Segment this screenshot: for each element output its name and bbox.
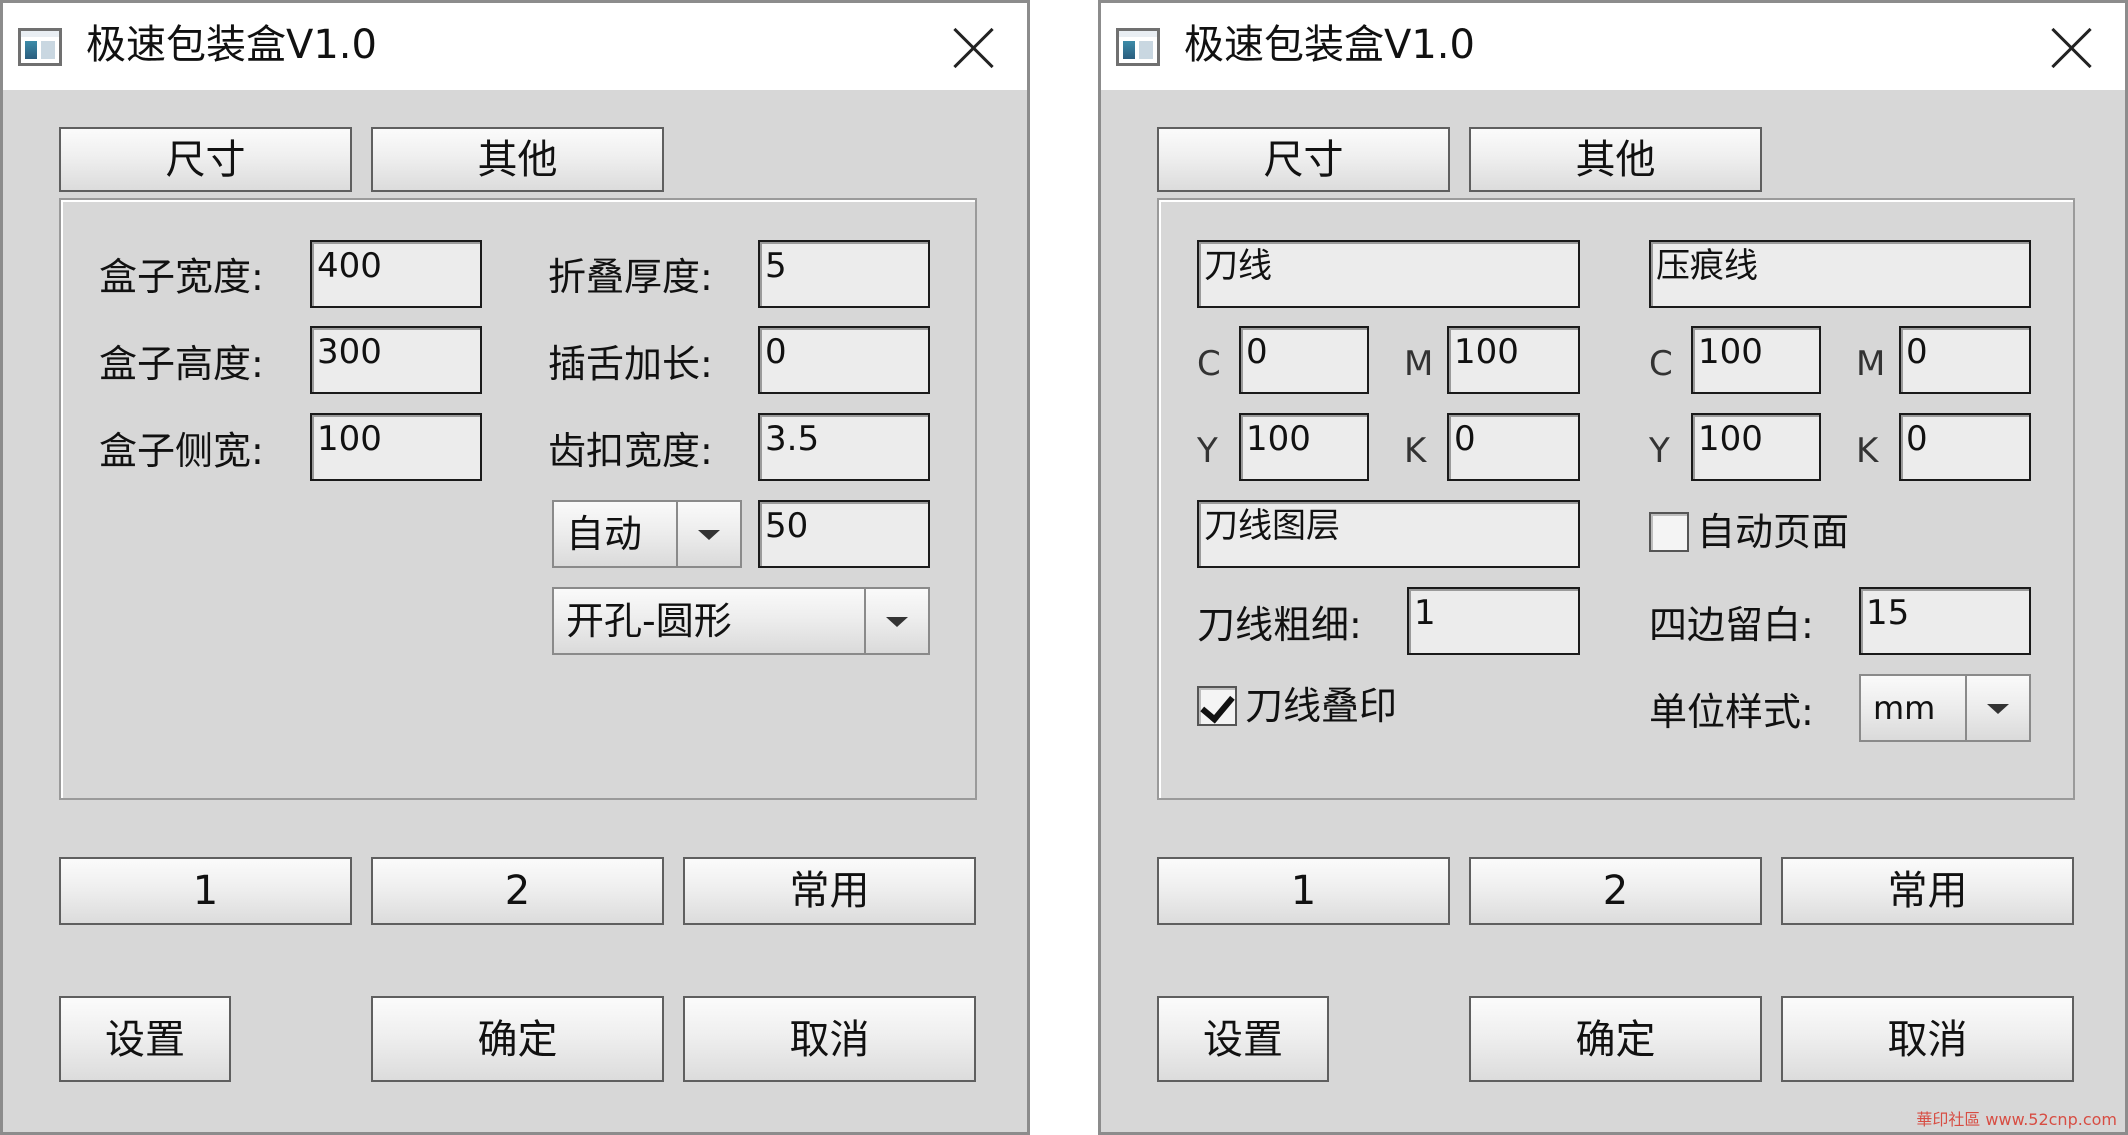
auto-page-checkbox[interactable] — [1649, 512, 1689, 552]
dialog-window-other: 极速包装盒V1.0 尺寸 其他 刀线 C 0 M 100 Y 100 K 0 压… — [1098, 0, 2128, 1135]
buckle-width-label: 齿扣宽度: — [548, 429, 713, 473]
unit-style-value: mm — [1873, 689, 1936, 727]
tab-other[interactable]: 其他 — [1469, 127, 1762, 192]
box-height-input[interactable]: 300 — [310, 326, 482, 394]
cancel-button[interactable]: 取消 — [683, 996, 976, 1082]
settings-button[interactable]: 设置 — [59, 996, 231, 1082]
window-title: 极速包装盒V1.0 — [1184, 22, 1475, 68]
common-button[interactable]: 常用 — [683, 857, 976, 925]
fold-thickness-input[interactable]: 5 — [758, 240, 930, 308]
cut-c-label: C — [1197, 344, 1221, 384]
crease-k-input[interactable]: 0 — [1899, 413, 2031, 481]
box-side-input[interactable]: 100 — [310, 413, 482, 481]
preset-2-button[interactable]: 2 — [371, 857, 664, 925]
tongue-extend-label: 插舌加长: — [548, 342, 713, 386]
cut-line-name-input[interactable]: 刀线 — [1197, 240, 1580, 308]
crease-y-label: Y — [1649, 431, 1670, 471]
tab-other[interactable]: 其他 — [371, 127, 664, 192]
crease-line-name-input[interactable]: 压痕线 — [1649, 240, 2031, 308]
dropdown-button[interactable] — [676, 502, 740, 566]
crease-k-label: K — [1856, 431, 1879, 471]
crease-c-input[interactable]: 100 — [1691, 326, 1821, 394]
cut-k-label: K — [1404, 431, 1427, 471]
crease-m-input[interactable]: 0 — [1899, 326, 2031, 394]
crease-c-label: C — [1649, 344, 1673, 384]
close-icon[interactable] — [2049, 25, 2095, 71]
ok-button[interactable]: 确定 — [371, 996, 664, 1082]
cut-layer-name-input[interactable]: 刀线图层 — [1197, 500, 1580, 568]
title-bar: 极速包装盒V1.0 — [1101, 3, 2125, 90]
chevron-down-icon — [698, 530, 720, 540]
margin-label: 四边留白: — [1649, 603, 1814, 647]
app-icon — [18, 28, 62, 66]
cut-c-input[interactable]: 0 — [1239, 326, 1369, 394]
margin-input[interactable]: 15 — [1859, 587, 2031, 655]
buckle-width-input[interactable]: 3.5 — [758, 413, 930, 481]
cut-thickness-input[interactable]: 1 — [1407, 587, 1580, 655]
common-button[interactable]: 常用 — [1781, 857, 2074, 925]
size-panel: 盒子宽度: 400 盒子高度: 300 盒子侧宽: 100 折叠厚度: 5 插舌… — [59, 198, 977, 800]
ok-button[interactable]: 确定 — [1469, 996, 1762, 1082]
cut-thickness-label: 刀线粗细: — [1197, 603, 1362, 647]
close-icon[interactable] — [951, 25, 997, 71]
box-height-label: 盒子高度: — [99, 342, 264, 386]
crease-y-input[interactable]: 100 — [1691, 413, 1821, 481]
chevron-down-icon — [1987, 704, 2009, 714]
other-panel: 刀线 C 0 M 100 Y 100 K 0 压痕线 C 100 M 0 Y 1… — [1157, 198, 2075, 800]
unit-style-select[interactable]: mm — [1859, 674, 2031, 742]
hole-shape-value: 开孔-圆形 — [566, 599, 732, 643]
auto-value-input[interactable]: 50 — [758, 500, 930, 568]
preset-1-button[interactable]: 1 — [1157, 857, 1450, 925]
box-width-input[interactable]: 400 — [310, 240, 482, 308]
title-bar: 极速包装盒V1.0 — [3, 3, 1027, 90]
cancel-button[interactable]: 取消 — [1781, 996, 2074, 1082]
auto-page-label: 自动页面 — [1697, 510, 1850, 554]
cut-m-input[interactable]: 100 — [1447, 326, 1580, 394]
cut-m-label: M — [1404, 344, 1434, 384]
box-width-label: 盒子宽度: — [99, 255, 264, 299]
dialog-window-size: 极速包装盒V1.0 尺寸 其他 盒子宽度: 400 盒子高度: 300 盒子侧宽… — [0, 0, 1030, 1135]
crease-m-label: M — [1856, 344, 1886, 384]
box-side-label: 盒子侧宽: — [99, 429, 264, 473]
chevron-down-icon — [886, 617, 908, 627]
hole-shape-select[interactable]: 开孔-圆形 — [552, 587, 930, 655]
cut-y-label: Y — [1197, 431, 1218, 471]
auto-select[interactable]: 自动 — [552, 500, 742, 568]
overprint-checkbox[interactable] — [1197, 686, 1237, 726]
tab-size[interactable]: 尺寸 — [59, 127, 352, 192]
preset-1-button[interactable]: 1 — [59, 857, 352, 925]
overprint-label: 刀线叠印 — [1245, 684, 1398, 728]
fold-thickness-label: 折叠厚度: — [548, 255, 713, 299]
cut-y-input[interactable]: 100 — [1239, 413, 1369, 481]
auto-select-value: 自动 — [566, 512, 643, 556]
unit-style-label: 单位样式: — [1649, 690, 1814, 734]
tab-size[interactable]: 尺寸 — [1157, 127, 1450, 192]
checkmark-icon — [1200, 687, 1235, 724]
app-icon — [1116, 28, 1160, 66]
tongue-extend-input[interactable]: 0 — [758, 326, 930, 394]
window-title: 极速包装盒V1.0 — [86, 22, 377, 68]
preset-2-button[interactable]: 2 — [1469, 857, 1762, 925]
watermark: 華印社區 www.52cnp.com — [1916, 1110, 2117, 1129]
cut-k-input[interactable]: 0 — [1447, 413, 1580, 481]
settings-button[interactable]: 设置 — [1157, 996, 1329, 1082]
dropdown-button[interactable] — [864, 589, 928, 653]
dropdown-button[interactable] — [1965, 676, 2029, 740]
